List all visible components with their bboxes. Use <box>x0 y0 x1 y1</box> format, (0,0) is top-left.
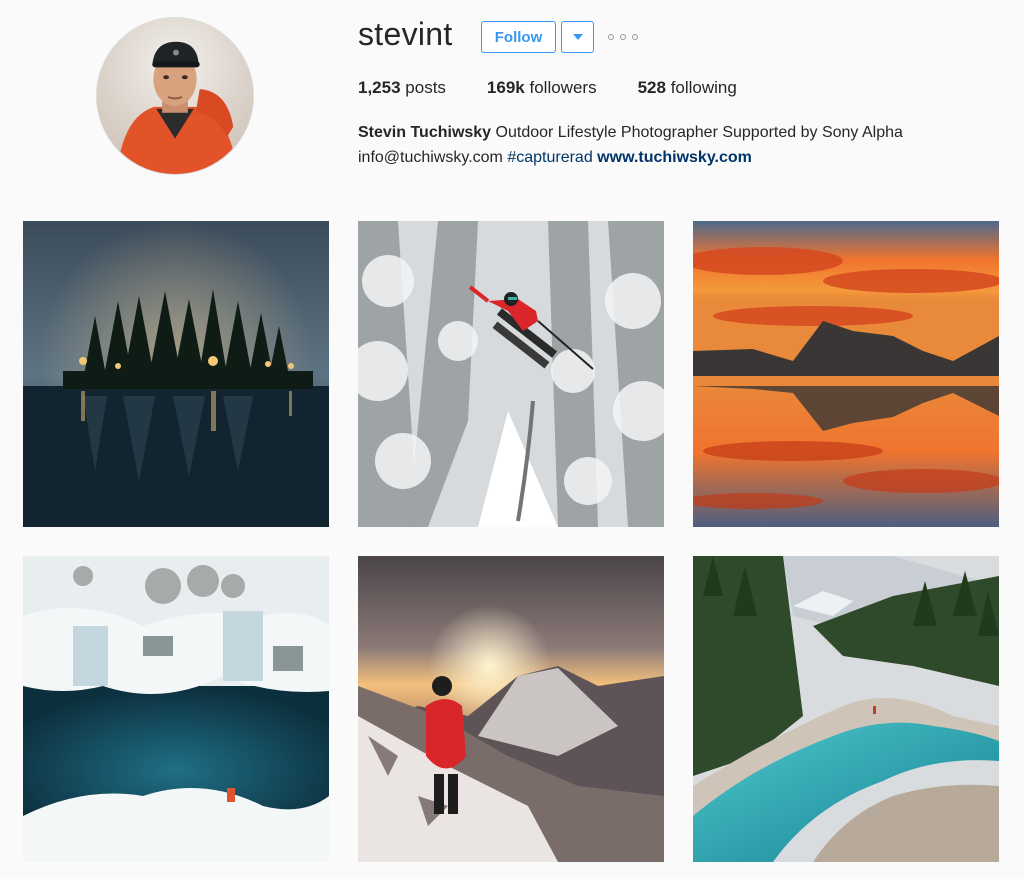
post-thumbnail[interactable] <box>358 221 664 527</box>
foggy-lake-forest-image <box>23 221 329 527</box>
profile-bio: Stevin Tuchiwsky Outdoor Lifestyle Photo… <box>358 120 998 170</box>
hiker-mountain-sunset-image <box>358 556 664 862</box>
bio-line-1: Stevin Tuchiwsky Outdoor Lifestyle Photo… <box>358 120 998 145</box>
bio-description: Outdoor Lifestyle Photographer Supported… <box>495 124 903 141</box>
suggested-dropdown-button[interactable] <box>561 21 594 53</box>
turquoise-river-canyon-image <box>693 556 999 862</box>
following-label: following <box>670 78 737 97</box>
post-thumbnail[interactable] <box>23 556 329 862</box>
profile-stats: 1,253 posts 169k followers 528 following <box>358 78 778 98</box>
follow-button[interactable]: Follow <box>481 21 556 53</box>
posts-label: posts <box>405 78 446 97</box>
following-count: 528 <box>637 78 666 97</box>
bio-hashtag-link[interactable]: #capturerad <box>507 149 592 166</box>
posts-count: 1,253 <box>358 78 401 97</box>
bio-website-link[interactable]: www.tuchiwsky.com <box>597 149 752 166</box>
bio-email: info@tuchiwsky.com <box>358 149 503 166</box>
profile-username: stevint <box>358 16 453 52</box>
post-thumbnail[interactable] <box>23 221 329 527</box>
avatar-image <box>97 18 253 174</box>
more-dot <box>632 34 638 40</box>
post-thumbnail[interactable] <box>693 556 999 862</box>
sunset-mountain-lake-image <box>693 221 999 527</box>
post-thumbnail[interactable] <box>358 556 664 862</box>
posts-stat: 1,253 posts <box>358 78 446 98</box>
more-options-icon[interactable] <box>608 30 638 44</box>
followers-label: followers <box>529 78 597 97</box>
followers-stat[interactable]: 169k followers <box>487 78 597 98</box>
post-thumbnail[interactable] <box>693 221 999 527</box>
chevron-down-icon <box>572 34 583 40</box>
bio-line-2: info@tuchiwsky.com #capturerad www.tuchi… <box>358 145 998 170</box>
more-dot <box>620 34 626 40</box>
profile-avatar[interactable] <box>96 17 254 175</box>
profile-full-name: Stevin Tuchiwsky <box>358 124 492 141</box>
frozen-waterfall-pool-image <box>23 556 329 862</box>
skier-snowy-forest-image <box>358 221 664 527</box>
followers-count: 169k <box>486 78 525 97</box>
following-stat[interactable]: 528 following <box>638 78 737 98</box>
more-dot <box>608 34 614 40</box>
